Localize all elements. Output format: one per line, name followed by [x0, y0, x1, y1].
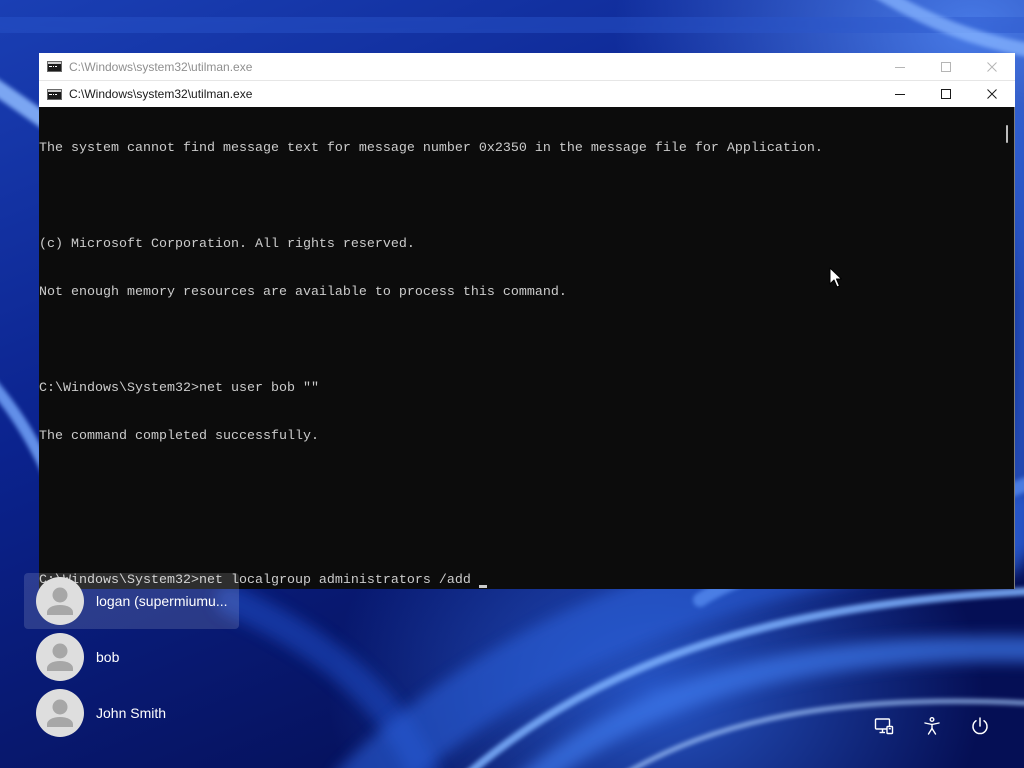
cmd-icon[interactable]	[47, 61, 62, 72]
arrow-pointer-icon	[829, 267, 842, 288]
minimize-button[interactable]	[877, 81, 923, 107]
power-button[interactable]	[968, 714, 992, 738]
console-line: Not enough memory resources are availabl…	[39, 285, 567, 300]
user-name: bob	[96, 649, 120, 665]
maximize-button[interactable]	[923, 81, 969, 107]
user-tile-logan[interactable]: logan (supermiumu...	[24, 573, 239, 629]
close-icon	[987, 61, 997, 72]
console-line: C:\Windows\System32>net user bob ""	[39, 381, 319, 396]
scroll-thumb[interactable]	[1006, 125, 1008, 143]
console-line: (c) Microsoft Corporation. All rights re…	[39, 237, 415, 252]
text-cursor	[478, 573, 487, 589]
user-name: logan (supermiumu...	[96, 593, 228, 609]
cmd-icon[interactable]	[47, 88, 62, 100]
window-title: C:\Windows\system32\utilman.exe	[69, 59, 253, 74]
user-avatar-icon	[36, 689, 84, 737]
console-window[interactable]: The system cannot find message text for …	[39, 107, 1015, 589]
maximize-icon	[941, 89, 951, 99]
titlebar-back-window[interactable]: C:\Windows\system32\utilman.exe	[39, 53, 1015, 81]
user-avatar-icon	[36, 633, 84, 681]
close-button[interactable]	[969, 53, 1015, 80]
maximize-button[interactable]	[923, 53, 969, 80]
titlebar-front-window[interactable]: C:\Windows\system32\utilman.exe	[39, 81, 1015, 107]
user-name: John Smith	[96, 705, 167, 721]
user-tile-john-smith[interactable]: John Smith	[24, 685, 239, 741]
user-avatar-icon	[36, 577, 84, 625]
minimize-icon	[895, 94, 905, 95]
console-line: The system cannot find message text for …	[39, 141, 823, 156]
console-line: The command completed successfully.	[39, 429, 319, 444]
minimize-icon	[895, 66, 905, 68]
console-output: The system cannot find message text for …	[39, 109, 1000, 621]
maximize-icon	[941, 61, 951, 72]
user-tile-bob[interactable]: bob	[24, 629, 239, 685]
accessibility-icon	[924, 717, 940, 735]
close-icon	[987, 89, 997, 99]
vertical-scrollbar[interactable]	[1000, 107, 1015, 589]
window-controls	[877, 81, 1015, 107]
window-title: C:\Windows\system32\utilman.exe	[69, 87, 253, 101]
minimize-button[interactable]	[877, 53, 923, 80]
window-controls	[877, 53, 1015, 80]
accessibility-button[interactable]	[920, 714, 944, 738]
network-icon	[874, 718, 894, 735]
power-icon	[972, 717, 988, 735]
network-button[interactable]	[872, 714, 896, 738]
close-button[interactable]	[969, 81, 1015, 107]
